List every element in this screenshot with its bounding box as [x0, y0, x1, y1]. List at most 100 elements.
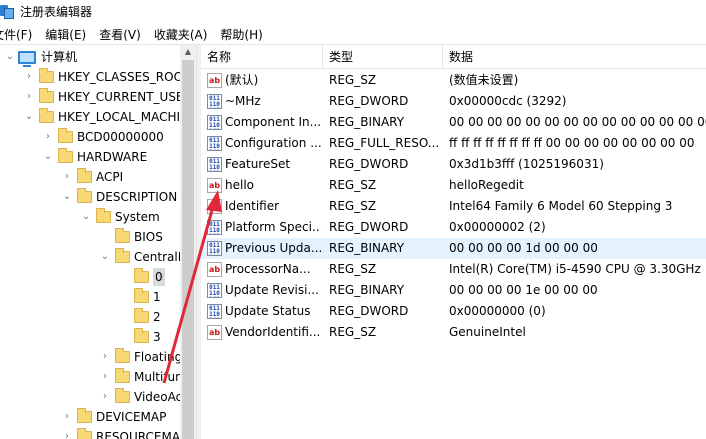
table-row[interactable]: 011110101Component In... REG_BINARY 00 00 …	[201, 112, 706, 133]
chevron-right-icon[interactable]: ›	[61, 431, 73, 439]
regedit-app-icon	[0, 4, 14, 19]
folder-icon	[39, 108, 54, 123]
folder-icon	[115, 228, 130, 243]
string-value-icon: ab	[207, 178, 222, 193]
scrollbar-thumb[interactable]	[182, 60, 194, 439]
chevron-right-icon[interactable]: ›	[23, 71, 35, 83]
tree-item[interactable]: 3	[118, 327, 161, 347]
value-data: 00 00 00 00 1e 00 00 00	[449, 283, 598, 297]
binary-value-icon: 011110101	[207, 157, 222, 172]
tree-item[interactable]: ⌄ System	[80, 207, 160, 227]
table-row[interactable]: 011110101Update Revisi... REG_BINARY 00 00…	[201, 280, 706, 301]
tree-item[interactable]: › VideoAda	[99, 387, 191, 407]
tree-item[interactable]: 0	[118, 267, 165, 287]
column-header-data[interactable]: 数据	[443, 45, 706, 69]
value-data: 00 00 00 00 1d 00 00 00	[449, 241, 598, 255]
registry-tree[interactable]: ⌄ 计算机 › HKEY_CLASSES_ROOT › HKEY_CURRENT_USER…	[0, 45, 196, 439]
values-list: 名称 类型 数据 ab(默认)REG_SZ(数值未设置)011110101~MH…	[201, 45, 706, 439]
binary-value-icon: 011110101	[207, 220, 222, 235]
tree-item-label: RESOURCEMAP	[96, 430, 188, 439]
chevron-down-icon[interactable]: ⌄	[61, 191, 73, 203]
tree-item-label: ACPI	[96, 170, 124, 184]
menu-edit[interactable]: 编辑(E)	[45, 26, 93, 43]
tree-item[interactable]: › HKEY_CLASSES_ROOT	[23, 67, 190, 87]
table-row[interactable]: 011110101Platform Speci... REG_DWORD 0x000…	[201, 217, 706, 238]
value-type: REG_BINARY	[329, 115, 405, 129]
chevron-down-icon[interactable]: ⌄	[4, 51, 16, 63]
folder-icon	[77, 428, 92, 439]
value-data: GenuineIntel	[449, 325, 526, 339]
value-name: Component In...	[225, 115, 321, 129]
column-header-type[interactable]: 类型	[323, 45, 443, 69]
folder-icon	[39, 88, 54, 103]
chevron-right-icon[interactable]: ›	[42, 131, 54, 143]
folder-icon	[58, 148, 73, 163]
folder-icon	[96, 208, 111, 223]
value-type: REG_SZ	[329, 178, 377, 192]
tree-item[interactable]: ⌄ DESCRIPTION	[61, 187, 177, 207]
chevron-right-icon[interactable]: ›	[99, 371, 111, 383]
value-name: Update Status	[225, 304, 311, 318]
table-row[interactable]: 011110101Update Status REG_DWORD 0x0000000…	[201, 301, 706, 322]
chevron-right-icon[interactable]: ›	[99, 391, 111, 403]
tree-item[interactable]: ⌄ 计算机	[4, 47, 77, 67]
table-row[interactable]: 011110101~MHz REG_DWORD 0x00000cdc (3292)	[201, 91, 706, 112]
value-data: 0x3d1b3fff (1025196031)	[449, 157, 604, 171]
value-data: (数值未设置)	[449, 73, 519, 87]
table-row[interactable]: ab Identifier REG_SZ Intel64 Family 6 Model…	[201, 196, 706, 217]
folder-icon	[39, 68, 54, 83]
value-name: VendorIdentifi...	[225, 325, 321, 339]
value-name: Previous Upda...	[225, 241, 321, 255]
chevron-down-icon[interactable]: ⌄	[23, 111, 35, 123]
tree-item[interactable]: › BCD00000000	[42, 127, 164, 147]
value-name: hello	[225, 178, 254, 192]
menu-file[interactable]: 文件(F)	[0, 26, 39, 43]
tree-item[interactable]: ⌄ HARDWARE	[42, 147, 147, 167]
binary-value-icon: 011110101	[207, 283, 222, 298]
tree-item[interactable]: › DEVICEMAP	[61, 407, 166, 427]
tree-item[interactable]: › RESOURCEMAP	[61, 427, 187, 439]
chevron-right-icon[interactable]: ›	[61, 411, 73, 423]
chevron-right-icon[interactable]: ›	[61, 171, 73, 183]
chevron-right-icon[interactable]: ›	[99, 351, 111, 363]
chevron-right-icon[interactable]: ›	[23, 91, 35, 103]
menu-help[interactable]: 帮助(H)	[220, 26, 269, 43]
folder-icon	[115, 388, 130, 403]
tree-item[interactable]: 2	[118, 307, 161, 327]
scroll-up-arrow-icon[interactable]: ▲	[180, 45, 196, 59]
chevron-down-icon[interactable]: ⌄	[99, 251, 111, 263]
value-data: 00 00 00 00 00 00 00 00 00 00 00 00 00 0…	[449, 115, 706, 129]
folder-icon	[115, 348, 130, 363]
folder-icon	[77, 168, 92, 183]
table-row[interactable]: 011110101Previous Upda... REG_BINARY 00 00…	[201, 238, 706, 259]
table-row[interactable]: 011110101Configuration ... REG_FULL_RESO.…	[201, 133, 706, 154]
chevron-down-icon[interactable]: ⌄	[42, 151, 54, 163]
table-row[interactable]: ab VendorIdentifi... REG_SZ GenuineIntel	[201, 322, 706, 343]
table-row[interactable]: ab (默认) REG_SZ (数值未设置)	[201, 70, 706, 91]
tree-scrollbar[interactable]: ▲	[180, 45, 196, 439]
value-type: REG_SZ	[329, 73, 377, 87]
table-row[interactable]: ab hello REG_SZ helloRegedit	[201, 175, 706, 196]
tree-item-label: HKEY_CLASSES_ROOT	[58, 70, 191, 84]
tree-item[interactable]: ⌄ HKEY_LOCAL_MACHINE	[23, 107, 196, 127]
tree-item[interactable]: 1	[118, 287, 161, 307]
tree-item-label: 1	[153, 290, 161, 304]
value-type: REG_DWORD	[329, 157, 409, 171]
binary-value-icon: 011110101	[207, 136, 222, 151]
tree-item[interactable]: › ACPI	[61, 167, 123, 187]
folder-icon	[134, 268, 149, 283]
tree-item-label: HARDWARE	[77, 150, 148, 164]
menu-favorites[interactable]: 收藏夹(A)	[154, 26, 215, 43]
tree-item[interactable]: BIOS	[99, 227, 163, 247]
chevron-down-icon[interactable]: ⌄	[80, 211, 92, 223]
folder-icon	[134, 328, 149, 343]
table-row[interactable]: 011110101FeatureSet REG_DWORD 0x3d1b3fff (…	[201, 154, 706, 175]
value-name: Configuration ...	[225, 136, 321, 150]
tree-item-label: HKEY_LOCAL_MACHINE	[58, 110, 196, 124]
column-header-name[interactable]: 名称	[201, 45, 323, 69]
tree-item[interactable]: › HKEY_CURRENT_USER	[23, 87, 192, 107]
menu-view[interactable]: 查看(V)	[99, 26, 148, 43]
table-row[interactable]: ab ProcessorNa... REG_SZ Intel(R) Core(TM) …	[201, 259, 706, 280]
